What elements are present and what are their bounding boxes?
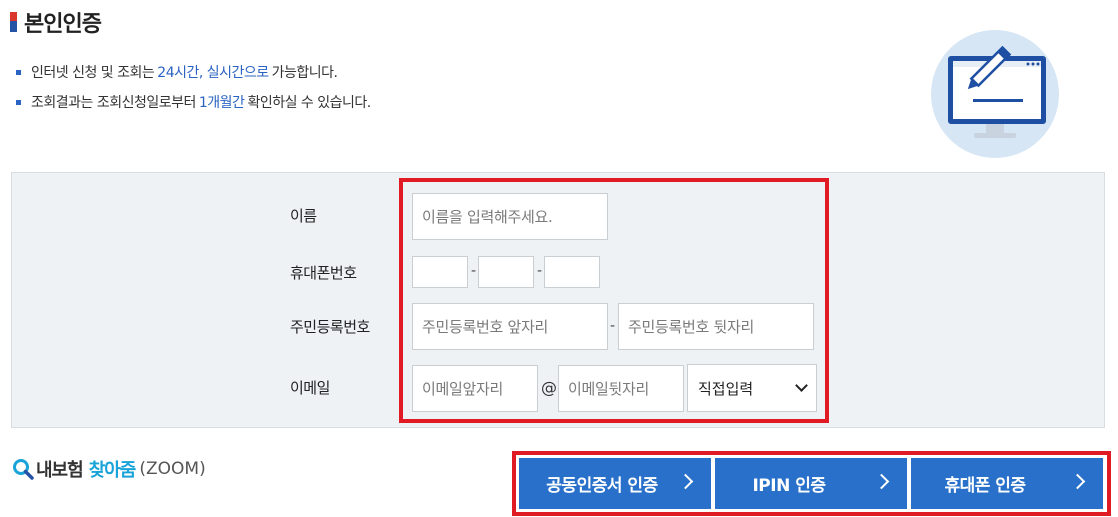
form-highlight-frame (399, 178, 829, 423)
note-text: 확인하실 수 있습니다. (247, 95, 371, 111)
note-text: 조회결과는 조회신청일로부터 (31, 95, 196, 111)
zoom-logo-suffix: (ZOOM) (139, 459, 206, 479)
note-item: 조회결과는 조회신청일로부터 1개월간 확인하실 수 있습니다. (16, 92, 371, 112)
rrn-label: 주민등록번호 (290, 318, 370, 336)
note-text: 가능합니다. (271, 65, 338, 81)
name-label: 이름 (290, 207, 317, 225)
note-item: 인터넷 신청 및 조회는 24시간, 실시간으로 가능합니다. (16, 62, 371, 82)
info-notes: 인터넷 신청 및 조회는 24시간, 실시간으로 가능합니다. 조회결과는 조회… (16, 62, 371, 122)
phone-label: 휴대폰번호 (290, 264, 357, 282)
page-title: 본인인증 (10, 6, 102, 38)
zoom-logo-text: 내보험 (36, 460, 84, 481)
zoom-logo[interactable]: 내보험 찾아줌 (ZOOM) (12, 456, 206, 482)
bullet-icon (16, 69, 21, 75)
magnifier-icon (13, 459, 34, 480)
page-title-text: 본인인증 (24, 12, 102, 37)
title-marker-icon (10, 12, 17, 32)
zoom-logo-text-accent: 찾아줌 (88, 460, 137, 481)
bullet-icon (16, 99, 21, 105)
note-highlight: 1개월간 (198, 95, 245, 111)
email-label: 이메일 (290, 379, 330, 397)
buttons-highlight-frame (512, 451, 1111, 516)
note-text: 인터넷 신청 및 조회는 (31, 65, 155, 81)
monitor-pen-illustration-icon (931, 30, 1059, 158)
note-highlight: 24시간, 실시간으로 (157, 65, 269, 81)
